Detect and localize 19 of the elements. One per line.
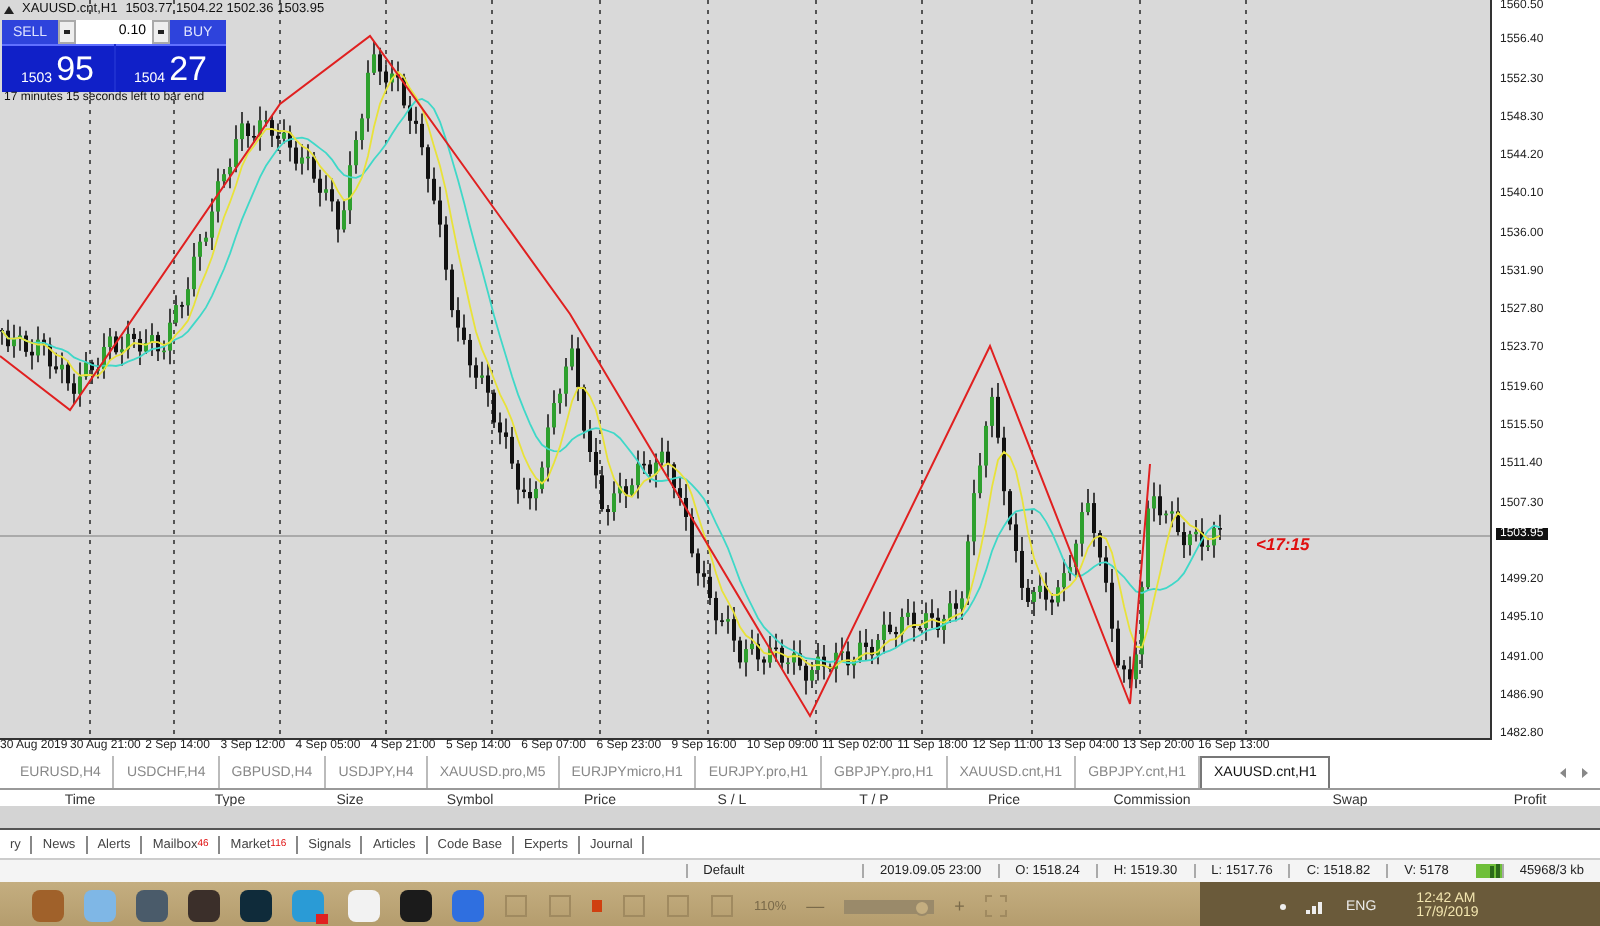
price-minor: 95 (56, 48, 94, 91)
price-minor: 27 (169, 48, 207, 91)
fullscreen-icon[interactable] (984, 894, 1009, 918)
scroll-arrows-icon[interactable] (1560, 767, 1588, 777)
countdown-text: <17:15 (1256, 534, 1310, 554)
connection-bars-icon (1476, 864, 1502, 878)
triangle-icon (4, 5, 14, 13)
zoom-slider[interactable] (844, 899, 935, 913)
dock-app-icon[interactable] (240, 890, 272, 922)
notification-badge-icon (316, 914, 328, 924)
minus-icon (158, 30, 164, 34)
minus-icon (64, 30, 70, 34)
dock-app-icon[interactable] (400, 890, 432, 922)
slider-thumb[interactable] (914, 899, 931, 915)
tray-dot-icon[interactable] (1280, 903, 1286, 909)
signal-icon[interactable] (1306, 899, 1326, 913)
decrease-button[interactable] (58, 20, 76, 44)
increase-button[interactable] (152, 20, 170, 44)
stop-icon[interactable] (592, 900, 602, 912)
